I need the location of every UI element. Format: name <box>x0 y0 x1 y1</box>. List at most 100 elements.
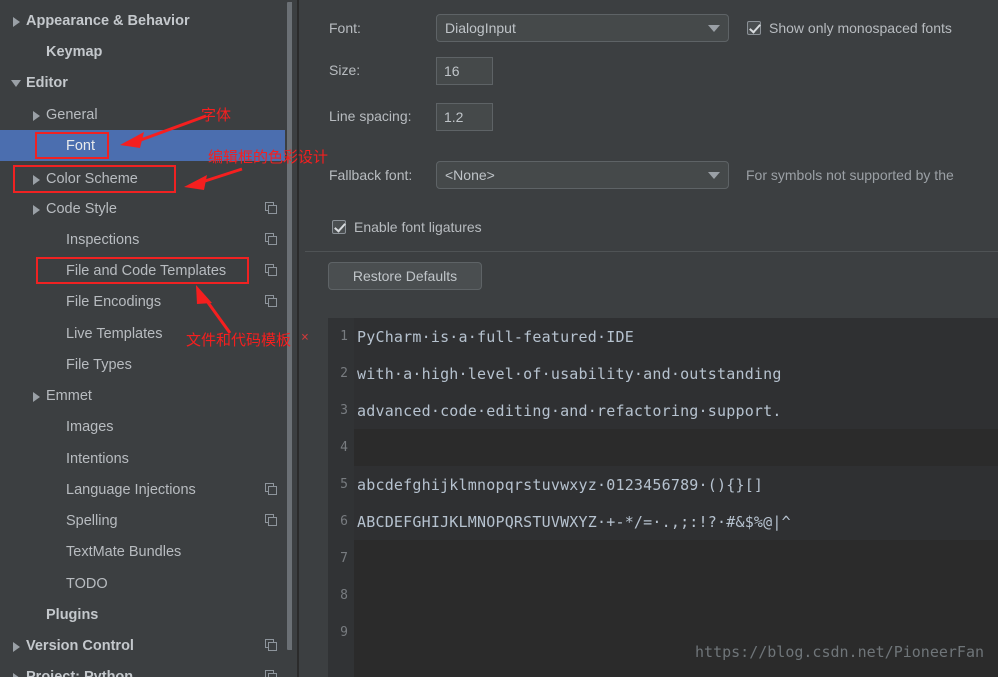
restore-defaults-button[interactable]: Restore Defaults <box>328 262 482 290</box>
triangle-down-icon[interactable] <box>10 76 24 90</box>
chevron-down-icon <box>708 24 720 32</box>
preview-line: 1 PyCharm·is·a·full-featured·IDE <box>328 318 998 355</box>
show-monospaced-checkbox-row[interactable]: Show only monospaced fonts <box>747 20 952 36</box>
sidebar-item-label: Color Scheme <box>46 170 138 187</box>
restore-defaults-label: Restore Defaults <box>352 268 458 284</box>
checkbox-icon[interactable] <box>332 220 346 234</box>
sidebar-item-images[interactable]: Images <box>0 411 292 442</box>
sidebar-item-project-python[interactable]: Project: Python <box>0 661 292 677</box>
sidebar-item-todo[interactable]: TODO <box>0 568 292 599</box>
preview-line: 7 <box>328 540 998 577</box>
sidebar-item-label: File and Code Templates <box>66 262 227 279</box>
preview-line-number: 9 <box>340 625 348 640</box>
sidebar-item-label: Live Templates <box>66 325 163 342</box>
font-settings-panel: Font: DialogInput Show only monospaced f… <box>299 0 998 677</box>
error-stripe-marker: × <box>301 330 309 345</box>
sidebar-item-version-control[interactable]: Version Control <box>0 630 292 661</box>
sidebar-item-label: Version Control <box>26 637 134 654</box>
copy-settings-icon[interactable] <box>265 295 278 308</box>
sidebar-item-inspections[interactable]: Inspections <box>0 224 292 255</box>
enable-ligatures-label: Enable font ligatures <box>354 219 482 235</box>
sidebar-item-label: Keymap <box>46 43 103 60</box>
copy-settings-icon[interactable] <box>265 670 278 677</box>
sidebar-item-label: Font <box>66 137 96 154</box>
sidebar-item-label: Inspections <box>66 231 140 248</box>
sidebar-item-appearance-behavior[interactable]: Appearance & Behavior <box>0 5 292 36</box>
preview-line-text: PyCharm·is·a·full-featured·IDE <box>357 327 634 346</box>
size-input[interactable]: 16 <box>436 57 493 85</box>
preview-line-number: 4 <box>340 440 348 455</box>
copy-settings-icon[interactable] <box>265 202 278 215</box>
preview-line-text: advanced·code·editing·and·refactoring·su… <box>357 401 782 420</box>
preview-line-background <box>354 577 998 614</box>
triangle-right-icon[interactable] <box>30 108 44 122</box>
preview-line-number: 7 <box>340 551 348 566</box>
preview-line: 6 ABCDEFGHIJKLMNOPQRSTUVWXYZ·+-*/=·.,;:!?… <box>328 503 998 540</box>
copy-settings-icon[interactable] <box>265 264 278 277</box>
sidebar-item-file-encodings[interactable]: File Encodings <box>0 286 292 317</box>
annotation-label-font: 字体 <box>201 106 232 124</box>
sidebar-item-label: Emmet <box>46 387 92 404</box>
sidebar-item-textmate-bundles[interactable]: TextMate Bundles <box>0 536 292 567</box>
font-dropdown-value: DialogInput <box>445 20 516 36</box>
line-spacing-label: Line spacing: <box>329 108 412 124</box>
triangle-right-icon[interactable] <box>30 389 44 403</box>
sidebar-item-label: Code Style <box>46 200 117 217</box>
copy-settings-icon[interactable] <box>265 639 278 652</box>
copy-settings-icon[interactable] <box>265 483 278 496</box>
sidebar-item-label: Intentions <box>66 450 129 467</box>
sidebar-item-label: File Encodings <box>66 293 162 310</box>
sidebar-item-label: Plugins <box>46 606 99 623</box>
sidebar-item-spelling[interactable]: Spelling <box>0 505 292 536</box>
triangle-right-icon[interactable] <box>10 14 24 28</box>
sidebar-item-label: Spelling <box>66 512 118 529</box>
sidebar-scrollbar-thumb[interactable] <box>287 2 292 650</box>
sidebar-item-code-style[interactable]: Code Style <box>0 193 292 224</box>
sidebar-item-file-types[interactable]: File Types <box>0 349 292 380</box>
section-divider <box>305 251 998 252</box>
triangle-right-icon[interactable] <box>10 670 24 677</box>
sidebar-item-editor[interactable]: Editor <box>0 67 292 98</box>
sidebar-item-plugins[interactable]: Plugins <box>0 599 292 630</box>
fallback-font-dropdown[interactable]: <None> <box>436 161 729 189</box>
sidebar-item-language-injections[interactable]: Language Injections <box>0 474 292 505</box>
font-preview-editor[interactable]: 1 PyCharm·is·a·full-featured·IDE 2 with·a·h… <box>328 318 998 677</box>
copy-settings-icon[interactable] <box>265 514 278 527</box>
sidebar-item-label: TextMate Bundles <box>66 543 182 560</box>
checkbox-icon[interactable] <box>747 21 761 35</box>
preview-line: 5 abcdefghijklmnopqrstuvwxyz·0123456789·(… <box>328 466 998 503</box>
sidebar-item-emmet[interactable]: Emmet <box>0 380 292 411</box>
sidebar-item-color-scheme[interactable]: Color Scheme <box>0 163 292 194</box>
line-spacing-input[interactable]: 1.2 <box>436 103 493 131</box>
annotation-label-file-and-code-templates: 文件和代码模板 <box>186 331 292 349</box>
font-dropdown[interactable]: DialogInput <box>436 14 729 42</box>
preview-line-number: 2 <box>340 366 348 381</box>
triangle-right-icon[interactable] <box>30 172 44 186</box>
sidebar-item-keymap[interactable]: Keymap <box>0 36 292 67</box>
preview-line: 4 <box>328 429 998 466</box>
preview-line-background <box>354 429 998 466</box>
sidebar-item-intentions[interactable]: Intentions <box>0 443 292 474</box>
copy-settings-icon[interactable] <box>265 233 278 246</box>
sidebar-item-file-and-code-templates[interactable]: File and Code Templates <box>0 255 292 286</box>
triangle-right-icon[interactable] <box>30 202 44 216</box>
enable-ligatures-checkbox-row[interactable]: Enable font ligatures <box>332 219 482 235</box>
size-input-value: 16 <box>444 63 460 79</box>
triangle-right-icon[interactable] <box>10 639 24 653</box>
sidebar-item-general[interactable]: General <box>0 99 292 130</box>
preview-line: 2 with·a·high·level·of·usability·and·outs… <box>328 355 998 392</box>
sidebar-item-label: Images <box>66 418 114 435</box>
sidebar-item-label: General <box>46 106 98 123</box>
chevron-down-icon <box>708 171 720 179</box>
